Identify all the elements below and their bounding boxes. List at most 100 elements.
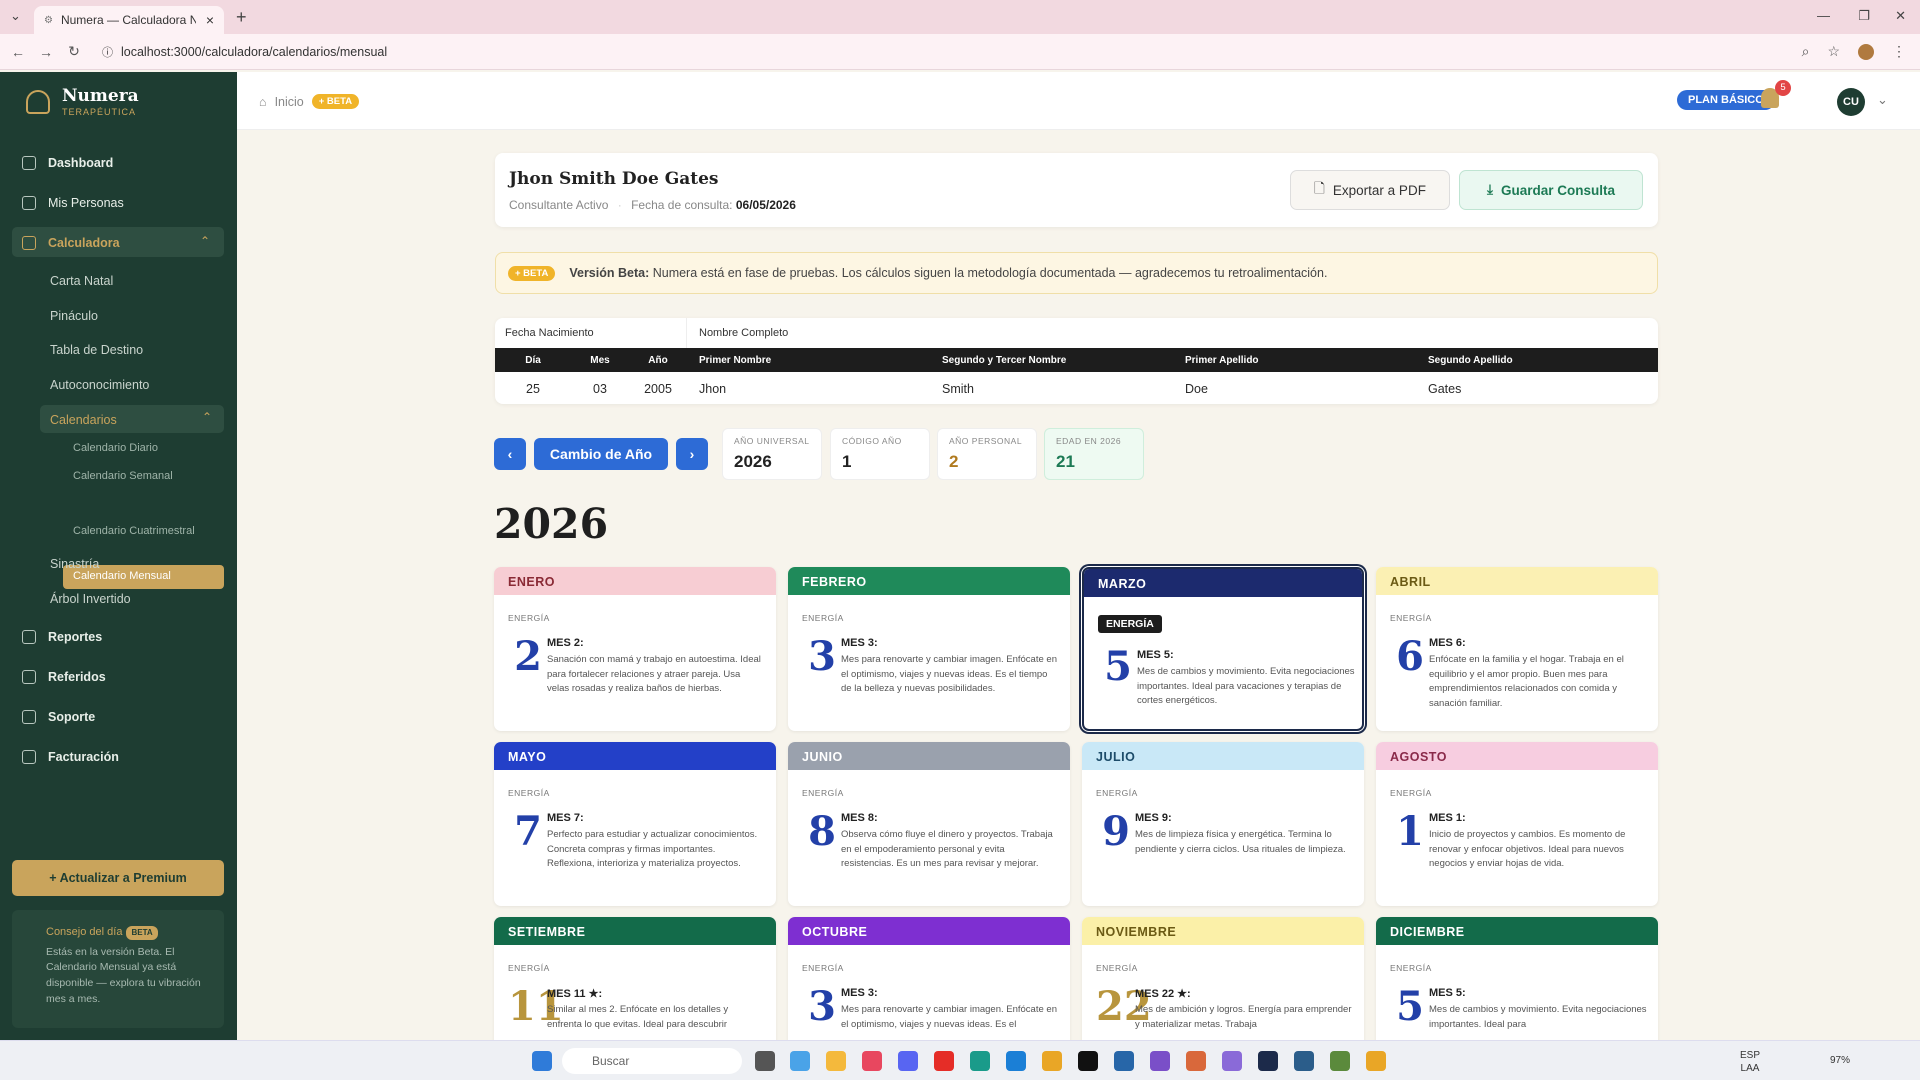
month-description: Observa cómo fluye el dinero y proyectos… [841,829,1053,870]
pdf-icon: 🗋 [1314,180,1325,196]
sidebar-item-mis-personas[interactable]: Mis Personas [22,196,124,210]
app-icon[interactable] [970,1051,990,1071]
sidebar-item-calendario-diario[interactable]: Calendario Diario [73,442,158,454]
sidebar-item-tabla-destino[interactable]: Tabla de Destino [50,343,143,357]
month-header: MARZO [1084,569,1362,597]
profile-avatar[interactable] [1858,43,1874,60]
prev-year-button[interactable]: ‹ [494,438,526,470]
zoom-icon[interactable]: ⌕ [1802,43,1810,60]
tray-lang[interactable]: ESP LAA [1740,1049,1760,1075]
windows-start-icon[interactable] [532,1051,552,1071]
sidebar-item-calculadora[interactable]: Calculadora [22,236,120,250]
energy-number: 6 [1396,633,1424,680]
tip-text: Estás en la versión Beta. El Calendario … [46,945,201,1005]
month-card-abril[interactable]: ABRIL ENERGÍA 6 MES 6: Enfócate en la famili… [1376,567,1658,731]
sidebar-item-facturacion[interactable]: Facturación [22,750,119,764]
close-window-icon[interactable]: ✕ [1895,8,1906,24]
url-field[interactable]: ⓘ localhost:3000/calculadora/calendarios… [102,44,387,60]
change-year-button[interactable]: Cambio de Año [534,438,668,470]
month-description: Mes de limpieza física y energética. Ter… [1135,829,1346,855]
restore-icon[interactable]: ❐ [1858,8,1870,24]
app-icon[interactable] [1294,1051,1314,1071]
col-segundo-apellido: Segundo Apellido [1416,348,1658,372]
app-icon[interactable] [1258,1051,1278,1071]
task-view-icon[interactable] [755,1051,775,1071]
sidebar-item-sinastria[interactable]: Sinastría [50,557,99,571]
tab-list-icon[interactable]: ⌄ [10,8,21,24]
discord-icon[interactable] [898,1051,918,1071]
close-tab-icon[interactable]: × [206,12,214,28]
site-info-icon[interactable]: ⓘ [102,44,113,60]
sidebar-item-dashboard[interactable]: Dashboard [22,156,113,170]
app-icon[interactable] [1078,1051,1098,1071]
breadcrumb-home-link[interactable]: Inicio [275,95,304,109]
export-pdf-label: Exportar a PDF [1332,182,1426,198]
col-primer-nombre: Primer Nombre [687,348,930,372]
reload-icon[interactable]: ↻ [60,43,88,60]
col-dia: Día [495,348,571,372]
sidebar-item-calendarios[interactable]: Calendarios [50,413,117,427]
taskbar-search-label: Buscar [592,1054,630,1068]
sidebar-item-pinaculo[interactable]: Pináculo [50,309,98,323]
next-year-button[interactable]: › [676,438,708,470]
month-card-junio[interactable]: JUNIO ENERGÍA 8 MES 8: Observa cómo fluye el… [788,742,1070,906]
sidebar-item-referidos[interactable]: Referidos [22,670,106,684]
chrome-icon[interactable] [1186,1051,1206,1071]
app-logo[interactable]: Numera TERAPÉUTICA [0,72,237,131]
app-icon[interactable] [1222,1051,1242,1071]
sidebar-item-calendario-cuatrimestral[interactable]: Calendario Cuatrimestral [73,525,195,537]
sidebar-item-soporte[interactable]: Soporte [22,710,95,724]
sidebar-item-label: Referidos [48,670,106,684]
month-card-marzo[interactable]: MARZO ENERGÍA 5 MES 5: Mes de cambios y movi… [1082,567,1364,731]
energy-label: ENERGÍA [1098,615,1162,633]
edge-icon[interactable] [1006,1051,1026,1071]
folder-icon[interactable] [826,1051,846,1071]
sidebar-item-autoconocimiento[interactable]: Autoconocimiento [50,378,149,392]
upgrade-premium-button[interactable]: + Actualizar a Premium [12,860,224,896]
taskbar-search[interactable]: Buscar [562,1048,742,1074]
tip-title: Consejo del día [46,926,123,938]
music-icon[interactable] [862,1051,882,1071]
energy-number: 8 [808,808,836,855]
chrome-icon[interactable] [1042,1051,1062,1071]
month-card-enero[interactable]: ENERO ENERGÍA 2 MES 2: Sanación con mamá y t… [494,567,776,731]
stat-codigo-ano: CÓDIGO AÑO 1 [830,428,930,480]
app-icon[interactable] [1114,1051,1134,1071]
chevron-down-icon[interactable]: ⌄ [1877,92,1888,108]
browser-menu-icon[interactable]: ⋮ [1892,43,1906,60]
month-card-mayo[interactable]: MAYO ENERGÍA 7 MES 7: Perfecto para estudiar… [494,742,776,906]
user-avatar[interactable]: CU [1837,88,1865,116]
month-header: ENERO [494,567,776,595]
app-icon[interactable] [1330,1051,1350,1071]
minimize-icon[interactable]: — [1817,8,1830,23]
cell-ano: 2005 [644,382,672,396]
new-tab-icon[interactable]: + [236,7,247,28]
energy-number: 11 [508,983,564,1030]
month-card-febrero[interactable]: FEBRERO ENERGÍA 3 MES 3: Mes para renovarte … [788,567,1070,731]
chevron-up-icon[interactable]: ⌃ [200,234,210,248]
chevron-up-icon[interactable]: ⌃ [202,410,212,424]
sidebar-item-reportes[interactable]: Reportes [22,630,102,644]
browser-tab[interactable]: ⚙ Numera — Calculadora Numer × [34,6,224,34]
month-mes-label: MES 2: [547,637,584,649]
app-icon[interactable] [790,1051,810,1071]
energy-label: ENERGÍA [508,613,550,623]
youtube-icon[interactable] [934,1051,954,1071]
back-icon[interactable]: ← [4,44,32,60]
chrome-active-icon[interactable] [1366,1051,1386,1071]
sidebar-item-calendario-semanal[interactable]: Calendario Semanal [73,470,173,482]
cell-dia: 25 [526,382,540,396]
save-consult-button[interactable]: ⤓ Guardar Consulta [1459,170,1643,210]
month-card-julio[interactable]: JULIO ENERGÍA 9 MES 9: Mes de limpieza físic… [1082,742,1364,906]
forward-icon[interactable]: → [32,44,60,60]
tab-favicon-icon: ⚙ [44,14,53,26]
sidebar-item-arbol-invertido[interactable]: Árbol Invertido [50,592,131,606]
month-description: Mes de ambición y logros. Energía para e… [1135,1004,1352,1030]
energy-number: 3 [808,633,836,680]
sidebar-item-carta-natal[interactable]: Carta Natal [50,274,113,288]
month-description: Sanación con mamá y trabajo en autoestim… [547,654,761,695]
month-card-agosto[interactable]: AGOSTO ENERGÍA 1 MES 1: Inicio de proyectos … [1376,742,1658,906]
export-pdf-button[interactable]: 🗋 Exportar a PDF [1290,170,1450,210]
app-icon[interactable] [1150,1051,1170,1071]
bookmark-star-icon[interactable]: ☆ [1827,43,1840,60]
